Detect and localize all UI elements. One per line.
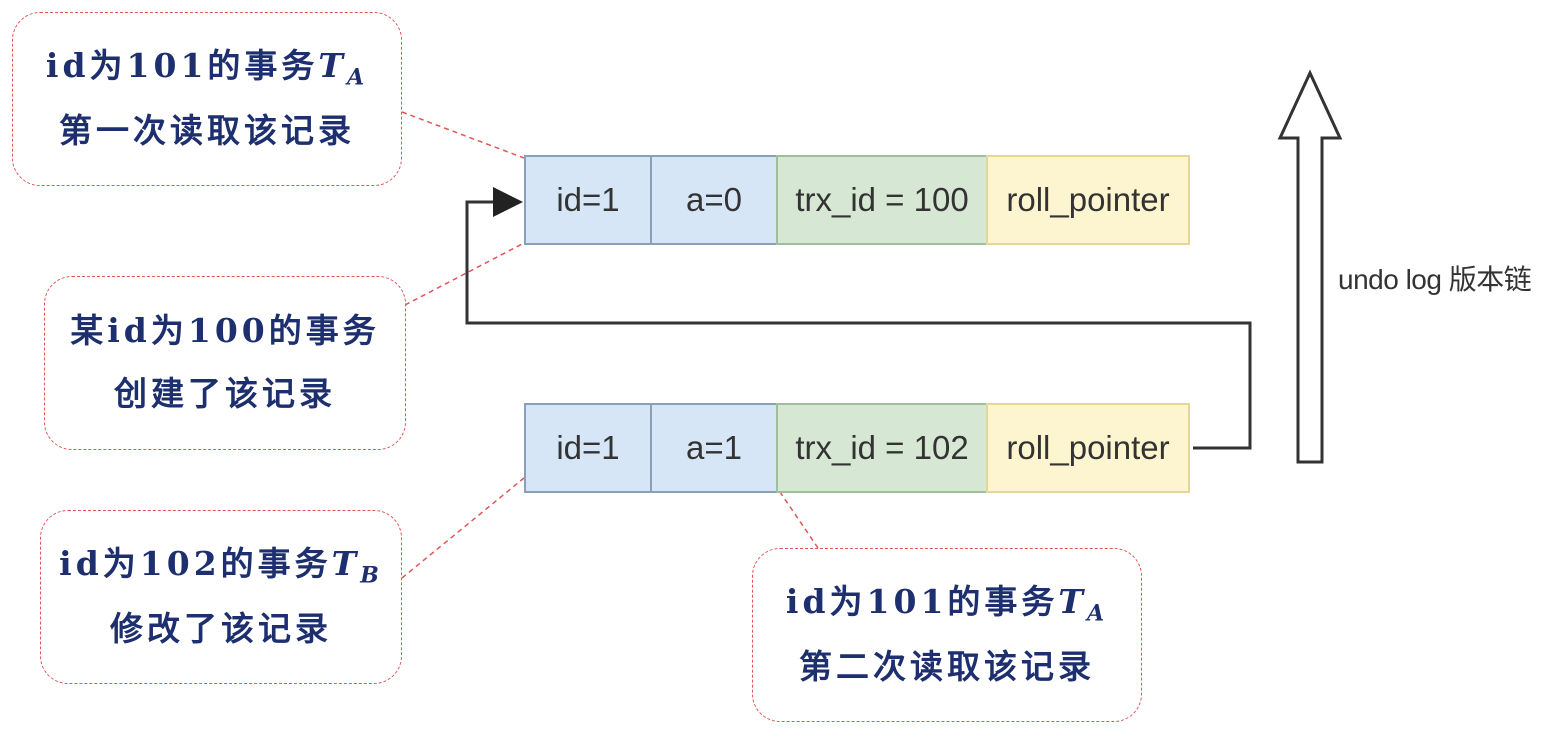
callout-line2: 修改了该记录 xyxy=(110,608,332,648)
transaction-sub: A xyxy=(1086,601,1109,628)
callout-ta-first-read: id为101的事务TA 第一次读取该记录 xyxy=(12,12,402,186)
transaction-sub: A xyxy=(346,65,369,92)
pointer-tb xyxy=(401,477,525,579)
record-row-2: id=1 a=1 trx_id = 102 roll_pointer xyxy=(524,403,1190,493)
transaction-var: T xyxy=(1058,582,1087,622)
pointer-ta-second xyxy=(779,491,819,549)
callout-line1: id为102的事务 xyxy=(59,544,332,584)
callout-line2: 创建了该记录 xyxy=(114,374,336,413)
transaction-var: T xyxy=(318,46,347,86)
callout-tb-modified: id为102的事务TB 修改了该记录 xyxy=(40,510,402,684)
callout-tx100-created: 某id为100的事务 创建了该记录 xyxy=(44,276,406,450)
cell-a: a=0 xyxy=(650,155,778,245)
pointer-tx100 xyxy=(404,242,525,306)
pointer-ta-first xyxy=(401,111,525,159)
cell-a: a=1 xyxy=(650,403,778,493)
cell-roll-pointer: roll_pointer xyxy=(986,155,1190,245)
callout-line1: id为101的事务 xyxy=(45,46,319,86)
cell-id: id=1 xyxy=(524,155,652,245)
callout-line2: 第一次读取该记录 xyxy=(59,110,355,150)
callout-line1: id为101的事务 xyxy=(785,582,1059,622)
undo-log-up-arrow xyxy=(1277,69,1343,464)
callout-line2: 第二次读取该记录 xyxy=(799,646,1095,686)
record-row-1: id=1 a=0 trx_id = 100 roll_pointer xyxy=(524,155,1190,245)
transaction-sub: B xyxy=(360,563,383,590)
callout-line1: 某id为100的事务 xyxy=(70,311,380,351)
undo-log-label: undo log 版本链 xyxy=(1338,264,1532,295)
callout-ta-second-read: id为101的事务TA 第二次读取该记录 xyxy=(752,548,1142,722)
cell-trx-id: trx_id = 102 xyxy=(776,403,988,493)
cell-roll-pointer: roll_pointer xyxy=(986,403,1190,493)
transaction-var: T xyxy=(331,544,361,584)
cell-id: id=1 xyxy=(524,403,652,493)
cell-trx-id: trx_id = 100 xyxy=(776,155,988,245)
